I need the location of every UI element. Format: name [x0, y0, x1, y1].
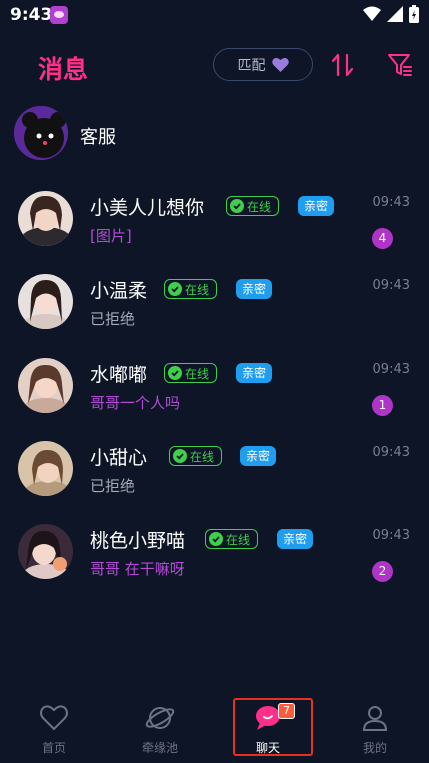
customer-service-avatar [14, 106, 68, 160]
online-badge: 在线 [205, 529, 259, 549]
wifi-icon [363, 6, 381, 21]
chat-item[interactable]: 桃色小野喵 在线 亲密 哥哥 在干嘛呀 09:43 2 [0, 516, 429, 596]
online-label: 在线 [185, 282, 210, 297]
unread-badge: 4 [372, 228, 393, 249]
nav-home[interactable]: 首页 [14, 695, 94, 757]
chat-preview: 已拒绝 [90, 310, 136, 328]
nav-home-label: 首页 [41, 741, 66, 755]
chat-time: 09:43 [372, 362, 410, 377]
nav-match-pool[interactable]: 牵缘池 [120, 695, 200, 757]
online-badge: 在线 [226, 196, 280, 216]
nav-profile[interactable]: 我的 [335, 695, 415, 757]
chat-item[interactable]: 水嘟嘟 在线 亲密 哥哥一个人吗 09:43 1 [0, 350, 429, 430]
chat-preview: 已拒绝 [90, 477, 136, 495]
chat-item[interactable]: 小甜心 在线 亲密 已拒绝 09:43 [0, 433, 429, 513]
chat-name: 桃色小野喵 [90, 530, 186, 552]
online-label: 在线 [185, 366, 210, 381]
online-label: 在线 [190, 449, 215, 464]
check-icon [230, 199, 244, 213]
online-badge: 在线 [164, 363, 218, 383]
nav-chat-highlight [233, 698, 313, 756]
chat-name: 水嘟嘟 [90, 364, 148, 386]
status-indicators [363, 5, 419, 23]
bottom-nav: 首页 牵缘池 聊天 我的 [0, 695, 429, 763]
unread-badge: 1 [372, 395, 393, 416]
intimate-badge: 亲密 [298, 196, 335, 216]
nav-profile-label: 我的 [362, 741, 387, 755]
sort-icon[interactable] [330, 52, 356, 78]
check-icon [173, 449, 187, 463]
chat-preview: 哥哥一个人吗 [90, 394, 181, 412]
online-badge: 在线 [169, 446, 223, 466]
online-badge: 在线 [164, 279, 218, 299]
heart-icon [40, 705, 68, 731]
nav-match-pool-label: 牵缘池 [141, 741, 178, 755]
page-title: 消息 [38, 55, 89, 84]
avatar [18, 191, 73, 246]
status-time: 9:43 [10, 5, 53, 25]
chat-item[interactable]: 小美人儿想你 在线 亲密 [图片] 09:43 4 [0, 183, 429, 263]
person-icon [362, 706, 388, 731]
chat-name: 小甜心 [90, 447, 148, 469]
status-bar: 9:43 [0, 0, 429, 30]
check-icon [168, 366, 182, 380]
check-icon [168, 282, 182, 296]
intimate-badge: 亲密 [240, 446, 277, 466]
chat-time: 09:43 [372, 528, 410, 543]
online-label: 在线 [226, 532, 251, 547]
match-label: 匹配 [237, 57, 266, 74]
app-notification-icon [50, 6, 68, 24]
signal-icon [387, 6, 403, 22]
avatar [18, 441, 73, 496]
chat-time: 09:43 [372, 445, 410, 460]
chat-name: 小美人儿想你 [90, 197, 205, 219]
intimate-badge: 亲密 [236, 279, 273, 299]
intimate-badge: 亲密 [236, 363, 273, 383]
match-button[interactable]: 匹配 [213, 48, 313, 81]
customer-service-name: 客服 [80, 127, 116, 148]
avatar [18, 274, 73, 329]
unread-badge: 2 [372, 561, 393, 582]
customer-service-row[interactable]: 客服 [14, 106, 414, 164]
chat-time: 09:43 [372, 278, 410, 293]
online-label: 在线 [247, 199, 272, 214]
avatar [18, 524, 73, 579]
chat-preview: 哥哥 在干嘛呀 [90, 560, 185, 578]
avatar [18, 358, 73, 413]
check-icon [209, 532, 223, 546]
battery-icon [409, 5, 419, 23]
chat-preview: [图片] [90, 227, 132, 245]
heart-icon [271, 57, 289, 72]
chat-count-badge: 7 [278, 703, 295, 719]
chat-time: 09:43 [372, 195, 410, 210]
chat-name: 小温柔 [90, 280, 148, 302]
planet-icon [145, 707, 175, 729]
intimate-badge: 亲密 [277, 529, 314, 549]
filter-icon[interactable] [387, 52, 413, 78]
chat-item[interactable]: 小温柔 在线 亲密 已拒绝 09:43 [0, 266, 429, 346]
